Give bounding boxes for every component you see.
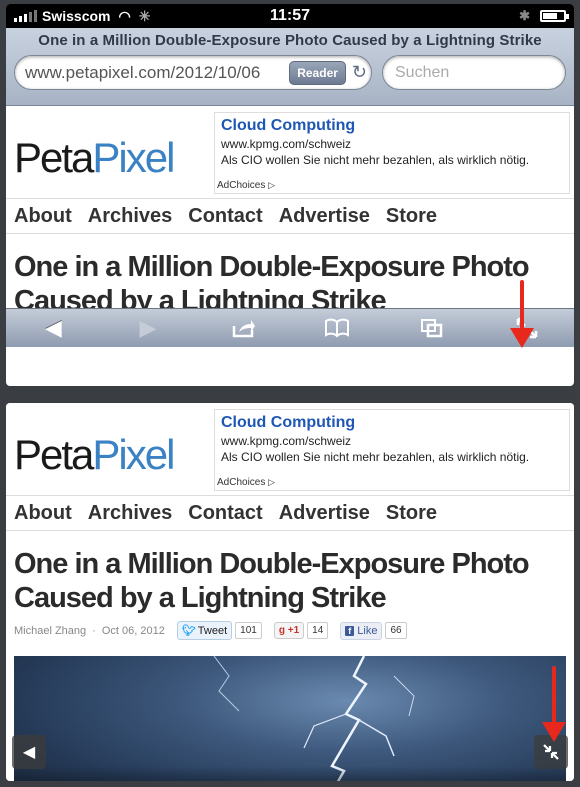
- address-bar[interactable]: www.petapixel.com/2012/10/06 Reader ↻: [14, 55, 372, 90]
- browser-titlebar: One in a Million Double-Exposure Photo C…: [6, 28, 574, 106]
- adchoices-icon: ▷: [268, 477, 276, 487]
- clock: 11:57: [269, 7, 311, 24]
- article-meta: Michael Zhang · Oct 06, 2012 🐦︎Tweet 101…: [6, 615, 574, 646]
- bottom-screenshot: PetaPixel Cloud Computing www.kpmg.com/s…: [6, 403, 574, 781]
- tweet-count: 101: [235, 622, 262, 639]
- bluetooth-icon: ✱: [519, 8, 530, 23]
- facebook-icon: f: [345, 625, 355, 636]
- gplus-count: 14: [307, 622, 329, 639]
- ad-choices[interactable]: AdChoices ▷: [217, 180, 275, 191]
- page-title: One in a Million Double-Exposure Photo C…: [38, 32, 542, 49]
- nav-contact[interactable]: Contact: [188, 205, 262, 228]
- ad-url[interactable]: www.kpmg.com/schweiz: [221, 434, 563, 448]
- nav-about[interactable]: About: [14, 205, 72, 228]
- nav-archives[interactable]: Archives: [88, 502, 173, 525]
- site-nav: About Archives Contact Advertise Store: [6, 198, 574, 234]
- gplus-button[interactable]: g +1: [273, 622, 305, 639]
- ad-text: Als CIO wollen Sie nicht mehr bezahlen, …: [221, 153, 530, 167]
- article-headline[interactable]: One in a Million Double-Exposure Photo C…: [6, 531, 574, 615]
- nav-store[interactable]: Store: [386, 502, 437, 525]
- tabs-icon[interactable]: [407, 318, 457, 338]
- share-icon[interactable]: [218, 318, 268, 338]
- adchoices-icon: ▷: [268, 180, 276, 190]
- tweet-button[interactable]: 🐦︎Tweet: [176, 621, 233, 640]
- nav-store[interactable]: Store: [386, 205, 437, 228]
- lightning-photo[interactable]: [14, 656, 566, 781]
- forward-icon[interactable]: ▶: [123, 315, 173, 341]
- nav-about[interactable]: About: [14, 502, 72, 525]
- ad-banner[interactable]: Cloud Computing www.kpmg.com/schweiz Als…: [214, 409, 570, 491]
- bookmarks-icon[interactable]: [312, 318, 362, 338]
- site-nav: About Archives Contact Advertise Store: [6, 495, 574, 531]
- url-text[interactable]: www.petapixel.com/2012/10/06: [25, 63, 289, 83]
- search-input[interactable]: [395, 63, 565, 82]
- annotation-arrow: [510, 280, 534, 350]
- nav-contact[interactable]: Contact: [188, 502, 262, 525]
- like-count: 66: [385, 622, 407, 639]
- like-button[interactable]: fLike: [340, 621, 383, 640]
- gplus-icon: g: [278, 625, 285, 636]
- browser-toolbar: ◀ ▶: [6, 308, 574, 347]
- nav-archives[interactable]: Archives: [88, 205, 173, 228]
- web-content: PetaPixel Cloud Computing www.kpmg.com/s…: [6, 106, 574, 347]
- ad-text: Als CIO wollen Sie nicht mehr bezahlen, …: [221, 450, 530, 464]
- article-headline[interactable]: One in a Million Double-Exposure Photo C…: [6, 234, 574, 318]
- reader-button[interactable]: Reader: [289, 60, 346, 85]
- nav-advertise[interactable]: Advertise: [279, 205, 370, 228]
- reload-icon[interactable]: ↻: [352, 62, 367, 83]
- wifi-icon: ◠: [118, 7, 131, 24]
- ad-banner[interactable]: Cloud Computing www.kpmg.com/schweiz Als…: [214, 112, 570, 194]
- battery-icon: [540, 10, 569, 22]
- post-date: Oct 06, 2012: [101, 624, 165, 637]
- petapixel-logo[interactable]: PetaPixel: [6, 403, 210, 479]
- back-icon[interactable]: ◀: [28, 315, 78, 341]
- author[interactable]: Michael Zhang: [14, 625, 86, 637]
- search-field[interactable]: [382, 55, 566, 90]
- petapixel-logo[interactable]: PetaPixel: [6, 106, 210, 182]
- nav-advertise[interactable]: Advertise: [279, 502, 370, 525]
- status-bar: Swisscom ◠ ✳ 11:57 ✱: [6, 4, 574, 28]
- activity-spinner-icon: ✳: [138, 7, 151, 24]
- web-content-fullscreen: PetaPixel Cloud Computing www.kpmg.com/s…: [6, 403, 574, 781]
- ad-choices[interactable]: AdChoices ▷: [217, 477, 275, 488]
- carrier-label: Swisscom: [42, 8, 111, 24]
- signal-icon: [14, 10, 37, 22]
- annotation-arrow: [542, 666, 566, 746]
- twitter-bird-icon: 🐦︎: [181, 625, 196, 637]
- ad-title[interactable]: Cloud Computing: [221, 414, 563, 432]
- ad-title[interactable]: Cloud Computing: [221, 117, 563, 135]
- ad-url[interactable]: www.kpmg.com/schweiz: [221, 137, 563, 151]
- top-screenshot: Swisscom ◠ ✳ 11:57 ✱ One in a Million Do…: [6, 4, 574, 386]
- back-icon[interactable]: ◀: [12, 735, 46, 769]
